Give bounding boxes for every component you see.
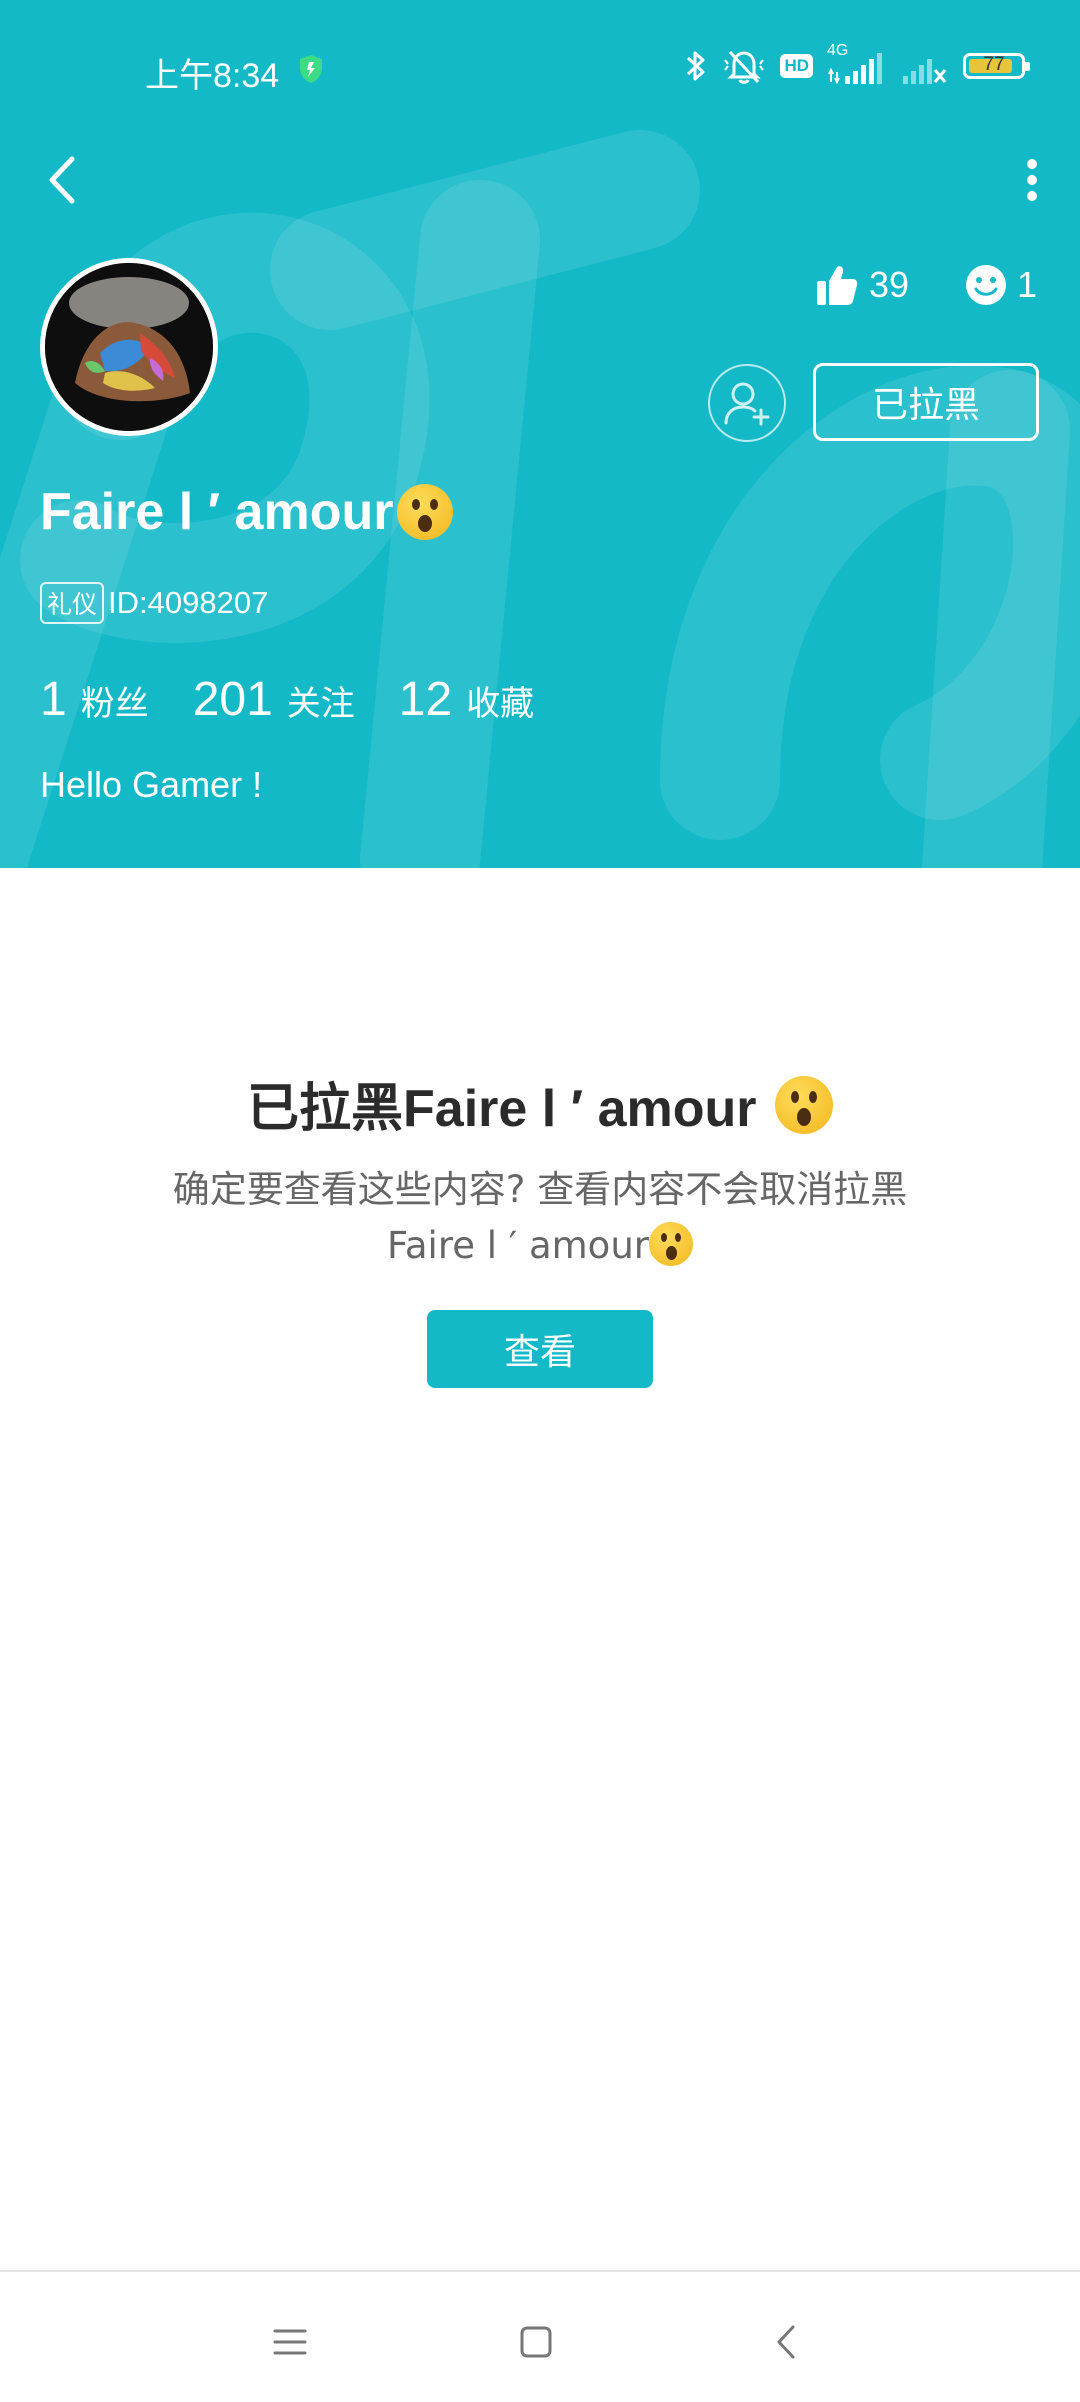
smiles-count: 1 xyxy=(1017,264,1038,305)
avatar-image xyxy=(45,263,213,431)
surprised-emoji-icon xyxy=(774,1076,833,1134)
more-options-button[interactable] xyxy=(1004,150,1060,210)
blocked-button[interactable]: 已拉黑 xyxy=(813,363,1039,441)
following-label: 关注 xyxy=(286,684,355,724)
nav-home-button[interactable] xyxy=(496,2302,576,2382)
bluetooth-icon xyxy=(687,51,705,81)
back-arrow-icon xyxy=(49,156,75,204)
blocked-title-text: 已拉黑Faire l ′ amour xyxy=(247,1080,757,1138)
hd-badge: HD xyxy=(780,54,813,78)
signal-primary: 4G xyxy=(827,42,887,86)
avatar[interactable] xyxy=(40,258,218,436)
etiquette-badge[interactable]: 礼仪 xyxy=(40,582,105,624)
add-user-icon xyxy=(724,382,770,426)
smiles-stat: 1 xyxy=(965,258,1037,312)
add-friend-button[interactable] xyxy=(708,364,786,442)
menu-icon xyxy=(273,2329,307,2355)
favorites-count: 12 xyxy=(398,673,453,726)
favorites-count-item[interactable]: 12 收藏 xyxy=(399,672,534,727)
likes-stat: 39 xyxy=(815,258,909,312)
following-count: 201 xyxy=(192,673,273,726)
surprised-emoji-icon xyxy=(397,484,454,540)
thumbs-up-icon xyxy=(817,266,858,305)
following-count-item[interactable]: 201 关注 xyxy=(193,672,355,727)
blocked-description: 确定要查看这些内容? 查看内容不会取消拉黑 Faire l ′ amour xyxy=(100,1162,980,1274)
home-square-icon xyxy=(520,2326,552,2358)
system-nav-bar xyxy=(0,2270,1080,2402)
signal-secondary-icon xyxy=(903,59,947,84)
blocked-title: 已拉黑Faire l ′ amour xyxy=(0,1066,1080,1141)
nav-menu-button[interactable] xyxy=(250,2302,330,2382)
user-bio: Hello Gamer ! xyxy=(40,764,263,805)
status-time: 上午8:34 xyxy=(145,57,280,95)
nav-back-icon xyxy=(777,2325,795,2359)
user-id: ID:4098207 xyxy=(108,585,269,620)
username-text: Faire l ′ amour xyxy=(40,483,394,541)
battery-tip xyxy=(1025,62,1030,71)
back-button[interactable] xyxy=(34,148,90,212)
profile-header: 上午8:34 HD 4G 77 39 1 已拉黑 Faire l ′ amour… xyxy=(0,0,1080,868)
mute-bell-icon xyxy=(724,50,765,84)
battery-icon: 77 xyxy=(963,53,1030,79)
fans-count: 1 xyxy=(40,673,67,726)
blocked-description-line1: 确定要查看这些内容? 查看内容不会取消拉黑 xyxy=(172,1168,908,1211)
more-vertical-icon xyxy=(1027,159,1037,201)
fans-count-item[interactable]: 1 粉丝 xyxy=(40,672,149,727)
shield-icon xyxy=(300,55,322,83)
battery-text: 77 xyxy=(983,54,1005,75)
username: Faire l ′ amour xyxy=(40,482,454,542)
view-content-button[interactable]: 查看 xyxy=(427,1310,653,1388)
fans-label: 粉丝 xyxy=(80,684,149,724)
blocked-description-line2: Faire l ′ amour xyxy=(387,1224,649,1267)
blocked-description-line2-row: Faire l ′ amour xyxy=(100,1218,980,1274)
smile-icon xyxy=(966,265,1006,305)
status-icons: HD 4G 77 xyxy=(684,42,1030,86)
nav-back-button[interactable] xyxy=(746,2302,826,2382)
likes-count: 39 xyxy=(869,264,910,305)
follow-counts: 1 粉丝 201 关注 12 收藏 xyxy=(40,672,578,732)
surprised-emoji-icon xyxy=(648,1222,693,1266)
user-id-row: 礼仪 ID:4098207 xyxy=(40,580,268,626)
signal-bars-icon xyxy=(828,53,882,85)
favorites-label: 收藏 xyxy=(466,684,535,724)
